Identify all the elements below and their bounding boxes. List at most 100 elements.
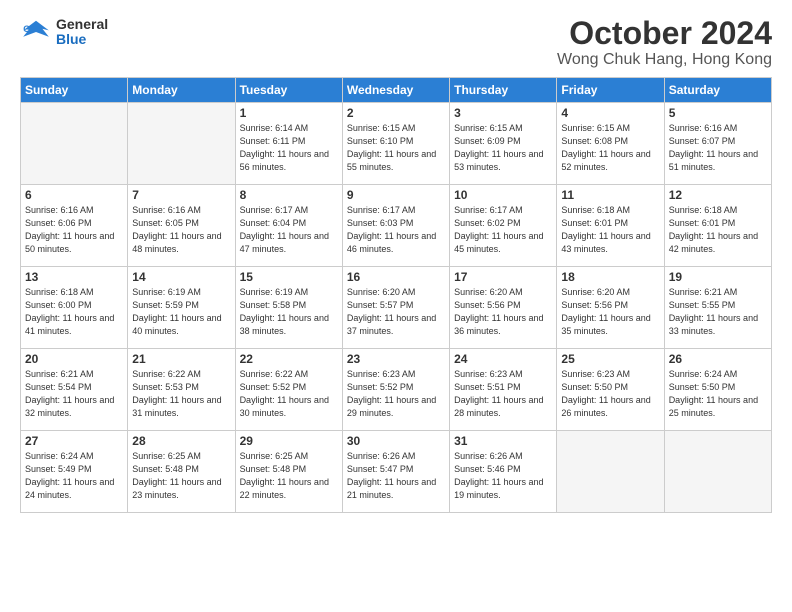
calendar-cell: 24 Sunrise: 6:23 AM Sunset: 5:51 PM Dayli…	[450, 349, 557, 431]
calendar-cell: 15 Sunrise: 6:19 AM Sunset: 5:58 PM Dayli…	[235, 267, 342, 349]
day-number: 23	[347, 352, 445, 366]
calendar-cell: 31 Sunrise: 6:26 AM Sunset: 5:46 PM Dayli…	[450, 431, 557, 513]
calendar-cell: 23Sunrise: 6:23 AM Sunset: 5:52 PM Dayli…	[342, 349, 449, 431]
calendar-cell: 28Sunrise: 6:25 AM Sunset: 5:48 PM Dayli…	[128, 431, 235, 513]
day-of-week-monday: Monday	[128, 78, 235, 103]
day-number: 5	[669, 106, 767, 120]
calendar-cell: 27 Sunrise: 6:24 AM Sunset: 5:49 PM Dayli…	[21, 431, 128, 513]
day-number: 10	[454, 188, 552, 202]
day-number: 26	[669, 352, 767, 366]
calendar-cell: 18 Sunrise: 6:20 AM Sunset: 5:56 PM Dayli…	[557, 267, 664, 349]
calendar-cell: 17Sunrise: 6:20 AM Sunset: 5:56 PM Dayli…	[450, 267, 557, 349]
week-row-3: 13Sunrise: 6:18 AM Sunset: 6:00 PM Dayli…	[21, 267, 772, 349]
day-info: Sunrise: 6:17 AM Sunset: 6:02 PM Dayligh…	[454, 204, 552, 256]
calendar-cell	[557, 431, 664, 513]
day-info: Sunrise: 6:16 AM Sunset: 6:05 PM Dayligh…	[132, 204, 230, 256]
month-title: October 2024	[557, 16, 772, 51]
day-info: Sunrise: 6:19 AM Sunset: 5:58 PM Dayligh…	[240, 286, 338, 338]
day-info: Sunrise: 6:18 AM Sunset: 6:01 PM Dayligh…	[669, 204, 767, 256]
calendar-cell: 16 Sunrise: 6:20 AM Sunset: 5:57 PM Dayli…	[342, 267, 449, 349]
day-info: Sunrise: 6:26 AM Sunset: 5:46 PM Dayligh…	[454, 450, 552, 502]
day-number: 30	[347, 434, 445, 448]
day-number: 2	[347, 106, 445, 120]
day-of-week-sunday: Sunday	[21, 78, 128, 103]
day-info: Sunrise: 6:26 AM Sunset: 5:47 PM Dayligh…	[347, 450, 445, 502]
calendar-cell: 6 Sunrise: 6:16 AM Sunset: 6:06 PM Daylig…	[21, 185, 128, 267]
day-number: 18	[561, 270, 659, 284]
calendar-cell: 19 Sunrise: 6:21 AM Sunset: 5:55 PM Dayli…	[664, 267, 771, 349]
header: G General Blue October 2024 Wong Chuk Ha…	[20, 16, 772, 69]
day-info: Sunrise: 6:20 AM Sunset: 5:57 PM Dayligh…	[347, 286, 445, 338]
day-info: Sunrise: 6:16 AM Sunset: 6:06 PM Dayligh…	[25, 204, 123, 256]
day-number: 8	[240, 188, 338, 202]
day-info: Sunrise: 6:21 AM Sunset: 5:55 PM Dayligh…	[669, 286, 767, 338]
day-info: Sunrise: 6:23 AM Sunset: 5:51 PM Dayligh…	[454, 368, 552, 420]
day-info: Sunrise: 6:19 AM Sunset: 5:59 PM Dayligh…	[132, 286, 230, 338]
day-number: 21	[132, 352, 230, 366]
day-info: Sunrise: 6:15 AM Sunset: 6:09 PM Dayligh…	[454, 122, 552, 174]
day-number: 1	[240, 106, 338, 120]
calendar-cell: 30 Sunrise: 6:26 AM Sunset: 5:47 PM Dayli…	[342, 431, 449, 513]
day-number: 20	[25, 352, 123, 366]
calendar-cell: 4 Sunrise: 6:15 AM Sunset: 6:08 PM Daylig…	[557, 103, 664, 185]
day-number: 19	[669, 270, 767, 284]
day-info: Sunrise: 6:22 AM Sunset: 5:52 PM Dayligh…	[240, 368, 338, 420]
day-number: 24	[454, 352, 552, 366]
calendar-cell	[128, 103, 235, 185]
calendar-cell: 1 Sunrise: 6:14 AM Sunset: 6:11 PM Daylig…	[235, 103, 342, 185]
calendar-cell: 3 Sunrise: 6:15 AM Sunset: 6:09 PM Daylig…	[450, 103, 557, 185]
calendar-cell: 5Sunrise: 6:16 AM Sunset: 6:07 PM Daylig…	[664, 103, 771, 185]
day-number: 9	[347, 188, 445, 202]
day-info: Sunrise: 6:18 AM Sunset: 6:01 PM Dayligh…	[561, 204, 659, 256]
week-row-2: 6 Sunrise: 6:16 AM Sunset: 6:06 PM Daylig…	[21, 185, 772, 267]
day-info: Sunrise: 6:17 AM Sunset: 6:04 PM Dayligh…	[240, 204, 338, 256]
calendar-cell: 2Sunrise: 6:15 AM Sunset: 6:10 PM Daylig…	[342, 103, 449, 185]
day-of-week-thursday: Thursday	[450, 78, 557, 103]
calendar-cell: 25 Sunrise: 6:23 AM Sunset: 5:50 PM Dayli…	[557, 349, 664, 431]
day-info: Sunrise: 6:25 AM Sunset: 5:48 PM Dayligh…	[132, 450, 230, 502]
day-number: 25	[561, 352, 659, 366]
calendar-cell: 7 Sunrise: 6:16 AM Sunset: 6:05 PM Daylig…	[128, 185, 235, 267]
logo-text: General Blue	[56, 17, 108, 48]
calendar-cell	[664, 431, 771, 513]
day-info: Sunrise: 6:14 AM Sunset: 6:11 PM Dayligh…	[240, 122, 338, 174]
calendar-cell: 11Sunrise: 6:18 AM Sunset: 6:01 PM Dayli…	[557, 185, 664, 267]
calendar-cell: 21Sunrise: 6:22 AM Sunset: 5:53 PM Dayli…	[128, 349, 235, 431]
week-row-1: 1 Sunrise: 6:14 AM Sunset: 6:11 PM Daylig…	[21, 103, 772, 185]
day-number: 16	[347, 270, 445, 284]
location: Wong Chuk Hang, Hong Kong	[557, 51, 772, 69]
calendar-header-row: SundayMondayTuesdayWednesdayThursdayFrid…	[21, 78, 772, 103]
day-of-week-saturday: Saturday	[664, 78, 771, 103]
day-number: 29	[240, 434, 338, 448]
day-number: 22	[240, 352, 338, 366]
day-number: 4	[561, 106, 659, 120]
day-number: 31	[454, 434, 552, 448]
day-number: 14	[132, 270, 230, 284]
day-number: 12	[669, 188, 767, 202]
day-number: 3	[454, 106, 552, 120]
day-number: 7	[132, 188, 230, 202]
day-info: Sunrise: 6:17 AM Sunset: 6:03 PM Dayligh…	[347, 204, 445, 256]
calendar-cell: 12 Sunrise: 6:18 AM Sunset: 6:01 PM Dayli…	[664, 185, 771, 267]
day-of-week-tuesday: Tuesday	[235, 78, 342, 103]
day-number: 15	[240, 270, 338, 284]
calendar-cell: 9 Sunrise: 6:17 AM Sunset: 6:03 PM Daylig…	[342, 185, 449, 267]
day-info: Sunrise: 6:20 AM Sunset: 5:56 PM Dayligh…	[561, 286, 659, 338]
day-info: Sunrise: 6:24 AM Sunset: 5:49 PM Dayligh…	[25, 450, 123, 502]
logo-general: General	[56, 17, 108, 32]
day-of-week-friday: Friday	[557, 78, 664, 103]
calendar-cell: 29 Sunrise: 6:25 AM Sunset: 5:48 PM Dayli…	[235, 431, 342, 513]
day-number: 6	[25, 188, 123, 202]
calendar-cell	[21, 103, 128, 185]
page: G General Blue October 2024 Wong Chuk Ha…	[0, 0, 792, 612]
calendar-cell: 13Sunrise: 6:18 AM Sunset: 6:00 PM Dayli…	[21, 267, 128, 349]
logo-blue: Blue	[56, 32, 108, 47]
day-info: Sunrise: 6:15 AM Sunset: 6:08 PM Dayligh…	[561, 122, 659, 174]
day-number: 27	[25, 434, 123, 448]
calendar-cell: 26Sunrise: 6:24 AM Sunset: 5:50 PM Dayli…	[664, 349, 771, 431]
day-of-week-wednesday: Wednesday	[342, 78, 449, 103]
week-row-5: 27 Sunrise: 6:24 AM Sunset: 5:49 PM Dayli…	[21, 431, 772, 513]
day-info: Sunrise: 6:25 AM Sunset: 5:48 PM Dayligh…	[240, 450, 338, 502]
week-row-4: 20Sunrise: 6:21 AM Sunset: 5:54 PM Dayli…	[21, 349, 772, 431]
day-info: Sunrise: 6:23 AM Sunset: 5:50 PM Dayligh…	[561, 368, 659, 420]
